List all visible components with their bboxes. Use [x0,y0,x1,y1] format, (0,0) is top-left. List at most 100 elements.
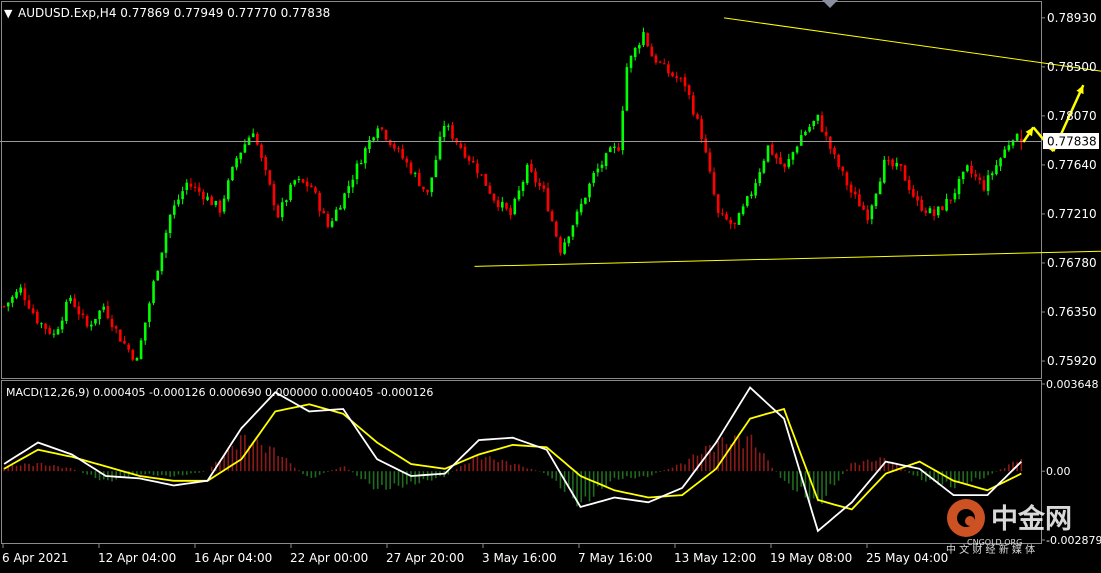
candle-body [44,323,47,329]
candle-body [712,172,716,195]
candle-body [185,182,189,191]
candle-body [372,137,375,141]
candle-body [181,191,184,200]
candle-body [845,172,849,186]
candle-body [417,172,421,187]
candle-body [339,207,342,210]
candle-body [829,136,832,149]
candle-body [343,193,346,209]
candle-body [700,119,703,139]
macd-tick-label: 0.003648 [1046,378,1099,391]
candle-body [521,182,525,192]
candle-body [525,164,529,184]
candle-body [770,144,774,155]
candle-body [733,222,737,225]
candle-body [463,146,467,158]
candle-body [928,208,932,214]
candle-body [995,165,998,175]
candle-body [15,291,18,298]
candle-body [11,296,14,303]
candle-body [19,287,22,293]
candle-body [334,209,338,221]
candle-body [496,200,500,208]
candle-body [750,194,753,196]
candle-body [808,126,811,132]
candle-body [729,219,732,224]
candle-body [546,188,550,212]
candle-body [903,165,907,181]
candle-body [675,76,678,79]
candle-body [891,159,894,167]
candle-body [193,186,197,188]
candle-body [471,160,475,163]
time-tick-label: 3 May 16:00 [482,551,557,565]
candle-body [422,186,425,190]
time-tick-label: 12 Apr 04:00 [98,551,176,565]
candle-body [791,152,795,160]
candle-body [160,252,164,272]
candle-body [783,163,786,168]
candle-body [563,242,566,254]
symbol-dropdown-icon[interactable]: ▼ [4,7,13,20]
candle-body [579,203,583,213]
candle-body [646,32,649,47]
candle-body [310,185,313,188]
candle-body [35,312,39,324]
candle-body [899,164,903,166]
candle-body [658,61,662,63]
candle-body [775,154,778,159]
candle-body [874,193,878,207]
candle-body [613,146,616,148]
candle-body [974,174,977,177]
candle-body [716,194,720,213]
candle-body [102,306,106,310]
candle-body [953,193,957,200]
macd-tick-label: -0.002879 [1046,534,1101,547]
candle-body [119,329,122,342]
candle-body [23,288,27,301]
candle-body [380,127,384,130]
candle-body [708,152,712,172]
candle-body [484,173,488,186]
candle-body [89,324,93,327]
time-tick-label: 19 May 08:00 [770,551,852,565]
price-tick-label: 0.77640 [1047,158,1097,172]
candle-body [945,198,948,211]
candle-body [895,163,899,167]
candle-body [505,203,508,209]
candle-body [509,208,512,216]
candle-body [314,187,317,193]
candle-body [476,163,479,174]
candle-body [837,154,840,168]
candle-body [434,159,438,178]
candle-body [94,318,97,324]
candle-body [364,148,367,164]
candle-body [73,298,76,308]
candle-body [214,200,218,206]
candle-body [824,131,828,136]
candle-body [69,297,72,302]
candle-body [799,135,803,146]
watermark-brand: 中金网 [991,503,1072,535]
candle-body [297,178,301,180]
price-tick-label: 0.76780 [1047,256,1097,270]
candle-body [517,190,521,200]
candle-body [949,199,953,201]
price-tick-label: 0.75920 [1047,354,1097,368]
macd-tick-label: 0.00 [1046,465,1071,478]
time-tick-label: 7 May 16:00 [578,551,653,565]
candle-body [638,45,641,49]
candle-body [480,174,483,176]
candle-body [787,159,791,167]
price-tick-label: 0.78500 [1047,60,1097,74]
current-price-tag-text: 0.77838 [1047,135,1097,149]
candle-body [941,206,944,211]
candle-body [168,214,172,233]
candle-body [301,179,305,183]
candle-body [762,160,766,173]
logo-dot [965,516,975,526]
candle-body [272,184,276,206]
candle-body [268,170,272,185]
candle-body [600,164,604,168]
candle-body [650,46,654,57]
